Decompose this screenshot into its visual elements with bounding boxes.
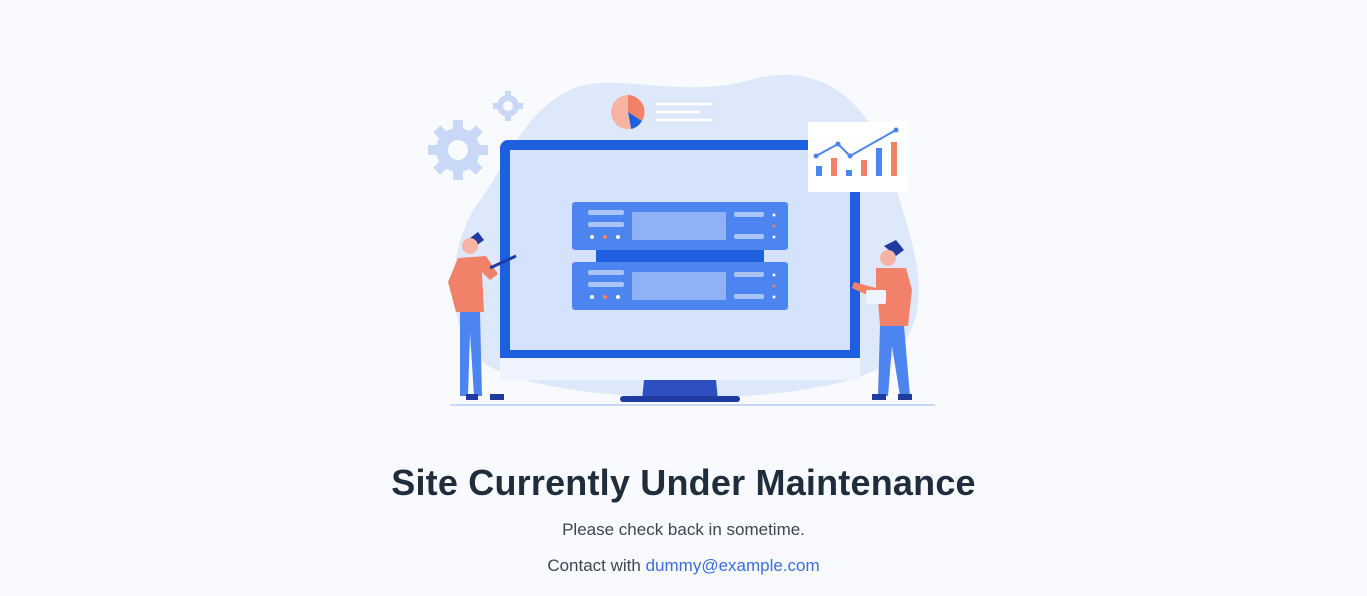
server-rack-icon [572, 202, 788, 310]
contact-prefix: Contact with [547, 556, 641, 575]
contact-email-link[interactable]: dummy@example.com [646, 556, 820, 575]
contact-line: Contact with dummy@example.com [0, 556, 1367, 576]
line-bar-chart-icon [808, 122, 908, 192]
pie-chart-icon [610, 95, 645, 130]
gear-icon [428, 120, 488, 180]
maintenance-illustration [428, 74, 935, 406]
page-subtitle: Please check back in sometime. [562, 520, 805, 539]
maintenance-page: Site Currently Under Maintenance Please … [0, 0, 1367, 596]
page-title: Site Currently Under Maintenance [391, 462, 976, 503]
gear-icon [493, 91, 523, 121]
